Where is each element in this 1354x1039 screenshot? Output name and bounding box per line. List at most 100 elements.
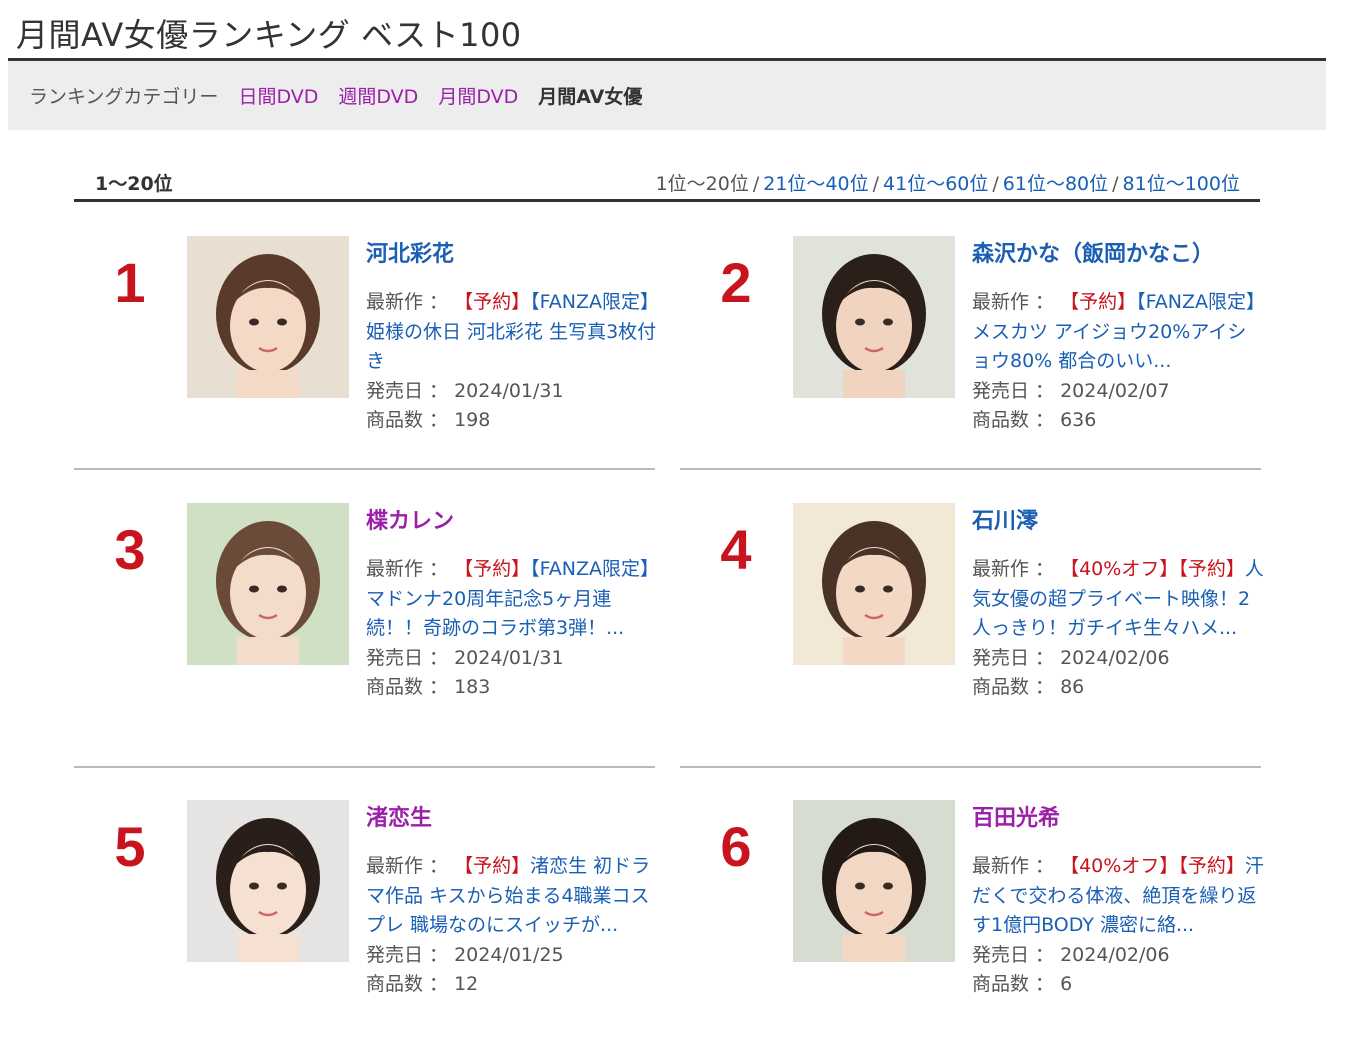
ranking-card: 1 河北彩花 最新作 ： 【予約】【FANZA限定】姫様の休日 河北彩花 生写真3枚…	[74, 236, 658, 466]
portrait-image	[187, 503, 349, 665]
portrait-image	[793, 236, 955, 398]
work-tag: 【40%オフ】	[1060, 855, 1179, 877]
item-count-label: 商品数 ：	[972, 973, 1061, 995]
actress-photo[interactable]	[187, 503, 349, 665]
row-divider	[74, 766, 655, 768]
range-separator: /	[992, 173, 999, 195]
actress-name-link[interactable]: 河北彩花	[366, 236, 658, 274]
item-count: 183	[454, 676, 491, 698]
latest-work: 最新作 ： 【予約】【FANZA限定】メスカツ アイジョウ20%アイショウ80%…	[972, 288, 1264, 377]
work-tag: 【予約】	[1178, 558, 1245, 580]
range-separator: /	[752, 173, 760, 195]
range-link-61-80[interactable]: 61位〜80位	[1003, 173, 1108, 195]
release-label: 発売日 ：	[972, 379, 1061, 402]
latest-label: 最新作 ：	[366, 291, 455, 313]
category-current: 月間AV女優	[538, 86, 643, 108]
actress-photo[interactable]	[187, 236, 349, 398]
range-header: 1〜20位 1位〜20位/21位〜40位/41位〜60位/61位〜80位/81位…	[74, 165, 1260, 201]
release-date: 2024/01/25	[454, 943, 564, 966]
latest-label: 最新作 ：	[366, 558, 455, 580]
ranking-card: 3 楪カレン 最新作 ： 【予約】【FANZA限定】マドンナ20周年記念5ヶ月連続！…	[74, 503, 655, 733]
rank-number: 6	[720, 815, 752, 878]
range-link-81-100[interactable]: 81位〜100位	[1123, 173, 1240, 195]
range-separator: /	[1112, 173, 1119, 195]
actress-info: 森沢かな（飯岡かなこ） 最新作 ： 【予約】【FANZA限定】メスカツ アイジョウ…	[972, 236, 1264, 436]
item-count-label: 商品数 ：	[366, 409, 455, 431]
actress-info: 百田光希最新作 ： 【40%オフ】【予約】汗だくで交わる体液、絶頂を繰り返す1億…	[972, 800, 1264, 1000]
page-title: 月間AV女優ランキング ベスト100	[16, 16, 522, 54]
release-label: 発売日 ：	[972, 943, 1061, 966]
ranking-card: 6 百田光希 最新作 ： 【40%オフ】【予約】汗だくで交わる体液、絶頂を繰り返す1…	[680, 800, 1264, 1030]
latest-label: 最新作 ：	[972, 558, 1061, 580]
range-divider	[74, 199, 1260, 202]
category-bar: ランキングカテゴリー 日間DVD 週間DVD 月間DVD 月間AV女優	[8, 61, 1326, 130]
item-count-row: 商品数 ： 12	[366, 970, 658, 1000]
portrait-image	[793, 800, 955, 962]
range-pagination: 1位〜20位/21位〜40位/41位〜60位/61位〜80位/81位〜100位	[656, 169, 1240, 196]
portrait-image	[793, 503, 955, 665]
item-count-row: 商品数 ： 6	[972, 970, 1264, 1000]
item-count: 86	[1060, 676, 1085, 698]
work-tag: 【予約】	[1178, 855, 1245, 877]
latest-label: 最新作 ：	[972, 855, 1061, 877]
item-count-label: 商品数 ：	[972, 409, 1061, 431]
rank-number: 4	[720, 518, 752, 581]
latest-label: 最新作 ：	[972, 291, 1061, 313]
actress-photo[interactable]	[187, 800, 349, 962]
ranking-card: 4 石川澪最新作 ： 【40%オフ】【予約】人気女優の超プライベート映像！2人っき…	[680, 503, 1264, 733]
item-count-row: 商品数 ： 86	[972, 673, 1264, 703]
item-count-row: 商品数 ： 183	[366, 673, 658, 703]
release-date-row: 発売日 ： 2024/02/07	[972, 377, 1264, 407]
category-link-daily-dvd[interactable]: 日間DVD	[238, 82, 318, 109]
work-tag: 【予約】	[454, 855, 531, 877]
actress-name-link[interactable]: 石川澪	[972, 503, 1264, 541]
item-count-label: 商品数 ：	[366, 973, 455, 995]
portrait-image	[187, 236, 349, 398]
range-link-41-60[interactable]: 41位〜60位	[883, 173, 988, 195]
category-link-weekly-dvd[interactable]: 週間DVD	[338, 82, 418, 109]
range-nav-current: 1位〜20位	[655, 173, 749, 195]
release-label: 発売日 ：	[366, 646, 455, 669]
portrait-image	[187, 800, 349, 962]
release-date: 2024/02/07	[1060, 379, 1170, 402]
range-link-21-40[interactable]: 21位〜40位	[763, 173, 868, 195]
ranking-card: 2 森沢かな（飯岡かなこ） 最新作 ： 【予約】【FANZA限定】メスカツ アイジョ…	[680, 236, 1261, 466]
item-count-row: 商品数 ： 198	[366, 406, 658, 436]
release-date-row: 発売日 ： 2024/01/31	[366, 644, 658, 674]
latest-label: 最新作 ：	[366, 855, 455, 877]
release-date-row: 発売日 ： 2024/02/06	[972, 941, 1264, 971]
release-date: 2024/01/31	[454, 646, 564, 669]
item-count-label: 商品数 ：	[972, 676, 1061, 698]
item-count: 6	[1060, 973, 1073, 995]
latest-work: 最新作 ： 【予約】渚恋生 初ドラマ作品 キスから始まる4職業コスプレ 職場なの…	[366, 852, 658, 941]
release-label: 発売日 ：	[366, 379, 455, 402]
actress-name-link[interactable]: 渚恋生	[366, 800, 658, 838]
release-label: 発売日 ：	[366, 943, 455, 966]
release-date: 2024/02/06	[1060, 646, 1170, 669]
range-separator: /	[872, 173, 880, 195]
work-tag: 【40%オフ】	[1060, 558, 1179, 580]
actress-name-link[interactable]: 森沢かな（飯岡かなこ）	[972, 236, 1264, 274]
release-date-row: 発売日 ： 2024/02/06	[972, 644, 1264, 674]
item-count: 636	[1060, 409, 1097, 431]
ranking-card: 5 渚恋生 最新作 ： 【予約】渚恋生 初ドラマ作品 キスから始まる4職業コスプレ …	[74, 800, 655, 1030]
release-date-row: 発売日 ： 2024/01/25	[366, 941, 658, 971]
latest-work: 最新作 ： 【40%オフ】【予約】人気女優の超プライベート映像！2人っきり！ガチ…	[972, 555, 1264, 644]
actress-name-link[interactable]: 百田光希	[972, 800, 1264, 838]
latest-work: 最新作 ： 【予約】【FANZA限定】マドンナ20周年記念5ヶ月連続！！奇跡のコ…	[366, 555, 658, 644]
category-label: ランキングカテゴリー	[29, 86, 219, 108]
actress-info: 渚恋生最新作 ： 【予約】渚恋生 初ドラマ作品 キスから始まる4職業コスプレ 職…	[366, 800, 658, 1000]
actress-photo[interactable]	[793, 800, 955, 962]
actress-photo[interactable]	[793, 503, 955, 665]
actress-photo[interactable]	[793, 236, 955, 398]
item-count: 12	[454, 973, 479, 995]
release-date: 2024/02/06	[1060, 943, 1170, 966]
row-divider	[680, 468, 1261, 470]
category-link-monthly-dvd[interactable]: 月間DVD	[438, 82, 518, 109]
range-current-label: 1〜20位	[95, 173, 173, 195]
work-tag: 【予約】	[454, 291, 531, 313]
actress-info: 楪カレン最新作 ： 【予約】【FANZA限定】マドンナ20周年記念5ヶ月連続！！…	[366, 503, 658, 703]
actress-name-link[interactable]: 楪カレン	[366, 503, 658, 541]
release-label: 発売日 ：	[972, 646, 1061, 669]
latest-work: 最新作 ： 【40%オフ】【予約】汗だくで交わる体液、絶頂を繰り返す1億円BOD…	[972, 852, 1264, 941]
